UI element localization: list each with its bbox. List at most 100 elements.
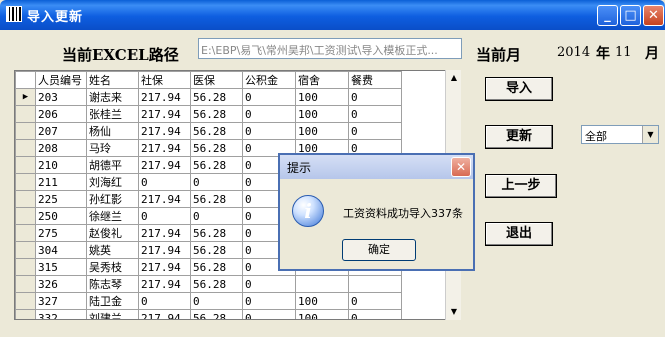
column-header[interactable]: 医保 (190, 71, 243, 89)
table-cell[interactable]: 0 (190, 292, 243, 310)
table-cell[interactable]: 谢志来 (86, 88, 139, 106)
table-cell[interactable]: 225 (35, 190, 87, 208)
table-cell[interactable]: 100 (295, 122, 349, 140)
table-cell[interactable]: 217.94 (138, 122, 191, 140)
table-cell[interactable]: 0 (348, 105, 402, 123)
table-cell[interactable]: 332 (35, 309, 87, 319)
row-indicator[interactable] (15, 258, 36, 276)
row-indicator[interactable] (15, 139, 36, 157)
dialog-close-button[interactable]: ✕ (451, 157, 471, 177)
row-indicator[interactable] (15, 309, 36, 319)
table-cell[interactable]: 56.28 (190, 122, 243, 140)
row-indicator[interactable] (15, 190, 36, 208)
table-cell[interactable]: 马玲 (86, 139, 139, 157)
table-cell[interactable]: 赵俊礼 (86, 224, 139, 242)
table-cell[interactable]: 211 (35, 173, 87, 191)
table-cell[interactable]: 0 (242, 292, 296, 310)
table-cell[interactable]: 100 (295, 105, 349, 123)
table-cell[interactable]: 56.28 (190, 258, 243, 276)
column-header[interactable]: 姓名 (86, 71, 139, 89)
import-button[interactable]: 导入 (485, 77, 553, 101)
table-cell[interactable]: 56.28 (190, 156, 243, 174)
table-cell[interactable]: 56.28 (190, 139, 243, 157)
row-indicator[interactable] (15, 241, 36, 259)
filter-dropdown[interactable]: 全部 ▼ (581, 125, 659, 144)
table-cell[interactable]: 杨仙 (86, 122, 139, 140)
table-cell[interactable]: 100 (295, 88, 349, 106)
current-row-indicator-icon[interactable]: ▶ (15, 88, 36, 106)
column-header[interactable]: 人员编号 (35, 71, 87, 89)
ok-button[interactable]: 确定 (342, 239, 416, 261)
table-row[interactable]: ▶ 203 谢志来 217.94 56.28 0 100 0 (15, 88, 402, 106)
table-cell[interactable]: 208 (35, 139, 87, 157)
table-row[interactable]: 332 刘建兰 217.94 56.28 0 100 0 (15, 309, 402, 319)
table-cell[interactable]: 56.28 (190, 190, 243, 208)
dialog-titlebar[interactable]: 提示 ✕ (280, 155, 473, 179)
table-cell[interactable]: 0 (348, 292, 402, 310)
close-button[interactable]: ✕ (643, 5, 664, 26)
table-cell[interactable]: 56.28 (190, 309, 243, 319)
chevron-down-icon[interactable]: ▼ (642, 126, 658, 143)
table-cell[interactable] (348, 275, 402, 293)
table-cell[interactable]: 0 (348, 122, 402, 140)
window-titlebar[interactable]: 导入更新 _ □ ✕ (0, 0, 665, 30)
row-indicator[interactable] (15, 207, 36, 225)
row-indicator[interactable] (15, 275, 36, 293)
table-cell[interactable]: 0 (138, 292, 191, 310)
scroll-up-arrow-icon[interactable]: ▲ (446, 70, 462, 86)
table-cell[interactable]: 0 (242, 105, 296, 123)
table-cell[interactable]: 56.28 (190, 105, 243, 123)
table-cell[interactable]: 100 (295, 292, 349, 310)
table-cell[interactable] (295, 275, 349, 293)
table-cell[interactable]: 217.94 (138, 88, 191, 106)
table-cell[interactable]: 207 (35, 122, 87, 140)
table-cell[interactable]: 210 (35, 156, 87, 174)
column-header[interactable]: 公积金 (242, 71, 296, 89)
table-cell[interactable]: 315 (35, 258, 87, 276)
table-cell[interactable]: 326 (35, 275, 87, 293)
table-cell[interactable]: 100 (295, 309, 349, 319)
row-indicator[interactable] (15, 173, 36, 191)
row-indicator[interactable] (15, 122, 36, 140)
table-cell[interactable]: 刘海红 (86, 173, 139, 191)
table-cell[interactable]: 0 (242, 88, 296, 106)
table-cell[interactable]: 217.94 (138, 309, 191, 319)
table-cell[interactable]: 56.28 (190, 224, 243, 242)
table-cell[interactable]: 孙红影 (86, 190, 139, 208)
exit-button[interactable]: 退出 (485, 222, 553, 246)
table-cell[interactable]: 0 (138, 173, 191, 191)
table-cell[interactable]: 304 (35, 241, 87, 259)
minimize-button[interactable]: _ (597, 5, 618, 26)
table-cell[interactable]: 217.94 (138, 190, 191, 208)
excel-path-field[interactable]: E:\EBP\易飞\常州昊邦\工资测试\导入模板正式... (198, 38, 462, 59)
row-indicator[interactable] (15, 292, 36, 310)
table-cell[interactable]: 250 (35, 207, 87, 225)
table-cell[interactable]: 206 (35, 105, 87, 123)
table-cell[interactable]: 姚英 (86, 241, 139, 259)
row-indicator[interactable] (15, 105, 36, 123)
table-cell[interactable]: 张桂兰 (86, 105, 139, 123)
table-cell[interactable]: 陆卫金 (86, 292, 139, 310)
table-cell[interactable]: 56.28 (190, 275, 243, 293)
table-cell[interactable]: 217.94 (138, 224, 191, 242)
column-header[interactable]: 宿舍 (295, 71, 349, 89)
table-cell[interactable]: 0 (138, 207, 191, 225)
table-row[interactable]: 207 杨仙 217.94 56.28 0 100 0 (15, 122, 402, 140)
table-cell[interactable]: 327 (35, 292, 87, 310)
row-indicator[interactable] (15, 156, 36, 174)
update-button[interactable]: 更新 (485, 125, 553, 149)
table-cell[interactable]: 吴秀枝 (86, 258, 139, 276)
maximize-button[interactable]: □ (620, 5, 641, 26)
table-cell[interactable]: 217.94 (138, 258, 191, 276)
table-cell[interactable]: 203 (35, 88, 87, 106)
table-cell[interactable]: 刘建兰 (86, 309, 139, 319)
table-row[interactable]: 327 陆卫金 0 0 0 100 0 (15, 292, 402, 310)
previous-step-button[interactable]: 上一步 (485, 174, 557, 198)
scroll-down-arrow-icon[interactable]: ▼ (446, 304, 462, 320)
column-header[interactable]: 餐费 (348, 71, 402, 89)
table-row[interactable]: 326 陈志琴 217.94 56.28 0 (15, 275, 402, 293)
table-cell[interactable]: 217.94 (138, 241, 191, 259)
table-cell[interactable]: 275 (35, 224, 87, 242)
column-header[interactable]: 社保 (138, 71, 191, 89)
table-cell[interactable]: 217.94 (138, 156, 191, 174)
